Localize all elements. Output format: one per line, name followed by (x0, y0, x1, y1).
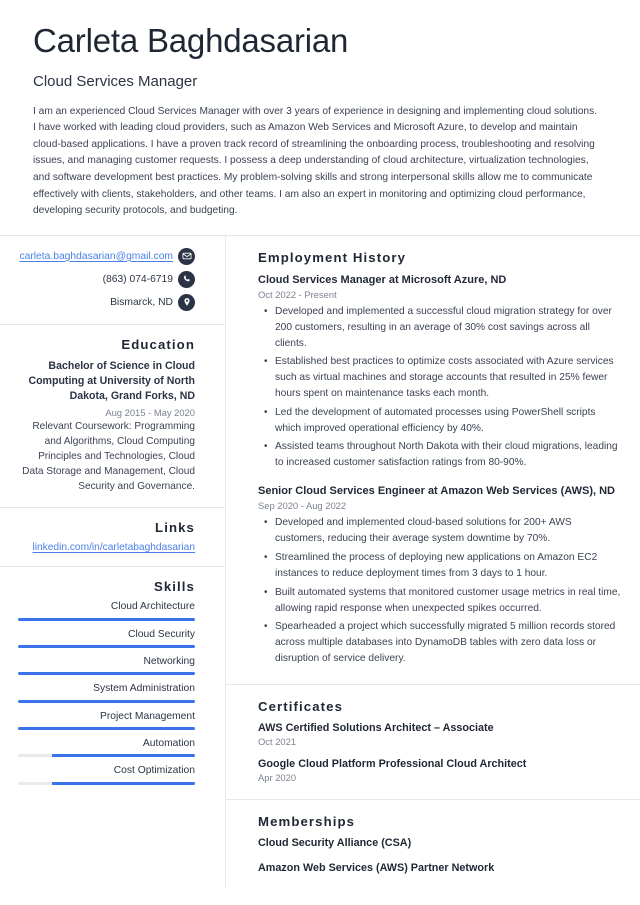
certificate-date: Oct 2021 (258, 735, 297, 747)
education-entry: Bachelor of Science in Cloud Computing a… (18, 359, 195, 495)
skill-level-fill (18, 617, 195, 621)
skill-label: Cost Optimization (113, 765, 195, 777)
professional-summary: I am an experienced Cloud Services Manag… (33, 105, 598, 217)
job-bullet: Built automated systems that monitored c… (264, 585, 622, 617)
links-block: Links linkedin.com/in/carletabaghdasaria… (0, 508, 225, 568)
email-link[interactable]: carleta.baghdasarian@gmail.com (19, 251, 173, 262)
skill-item: Automation (18, 738, 195, 758)
job-title: Senior Cloud Services Engineer at Amazon… (258, 485, 615, 498)
skill-label: Cloud Security (128, 628, 195, 640)
linkedin-link[interactable]: linkedin.com/in/carletabaghdasarian (32, 542, 195, 553)
resume-header: Carleta Baghdasarian Cloud Services Mana… (0, 0, 640, 220)
links-list: linkedin.com/in/carletabaghdasarian (18, 542, 195, 553)
membership-entry: Cloud Security Alliance (CSA) (258, 836, 412, 849)
skill-level-bar (18, 781, 195, 785)
education-description: Relevant Coursework: Programming and Alg… (22, 420, 195, 493)
certificate-entry: Google Cloud Platform Professional Cloud… (258, 758, 622, 783)
membership-entry: Amazon Web Services (AWS) Partner Networ… (258, 861, 495, 874)
job-bullet: Developed and implemented a successful c… (264, 304, 622, 351)
job-date-range: Oct 2022 - Present (258, 288, 337, 300)
page-title: Carleta Baghdasarian (33, 22, 349, 59)
skill-label: Project Management (99, 710, 195, 722)
employment-entry: Cloud Services Manager at Microsoft Azur… (258, 273, 622, 472)
certificates-block: Certificates AWS Certified Solutions Arc… (226, 685, 640, 800)
skill-level-bar (18, 672, 195, 676)
skill-level-bar (18, 727, 195, 731)
skill-item: Cloud Architecture (18, 601, 195, 621)
skill-level-fill (18, 727, 195, 731)
job-bullet: Developed and implemented cloud-based so… (264, 515, 622, 547)
employment-heading: Employment History (258, 249, 407, 265)
job-bullet: Established best practices to optimize c… (264, 354, 622, 401)
job-bullet: Streamlined the process of deploying new… (264, 550, 622, 582)
certificate-title: AWS Certified Solutions Architect – Asso… (258, 721, 494, 734)
employment-block: Employment History Cloud Services Manage… (226, 236, 640, 685)
skill-level-bar (18, 645, 195, 649)
envelope-icon (178, 247, 195, 265)
memberships-heading: Memberships (258, 813, 356, 829)
certificate-date: Apr 2020 (258, 771, 297, 783)
skills-heading: Skills (153, 579, 195, 595)
job-bullet-list: Developed and implemented cloud-based so… (258, 515, 622, 666)
employment-list: Cloud Services Manager at Microsoft Azur… (258, 273, 622, 667)
job-bullet: Spearheaded a project which successfully… (264, 619, 622, 666)
certificate-title: Google Cloud Platform Professional Cloud… (258, 757, 527, 770)
phone-number: (863) 074-6719 (102, 273, 173, 285)
skill-label: System Administration (93, 683, 195, 695)
phone-icon (178, 270, 195, 288)
skill-item: Cost Optimization (18, 765, 195, 785)
job-title: Cloud Services Manager at Microsoft Azur… (258, 273, 507, 286)
skill-level-fill (18, 672, 195, 676)
links-heading: Links (155, 520, 195, 536)
skill-item: Networking (18, 656, 195, 676)
contact-phone-row[interactable]: (863) 074-6719 (18, 270, 195, 288)
job-bullet: Assisted teams throughout North Dakota w… (264, 439, 622, 471)
certificate-entry: AWS Certified Solutions Architect – Asso… (258, 722, 622, 747)
education-heading: Education (121, 336, 195, 352)
education-degree: Bachelor of Science in Cloud Computing a… (28, 359, 195, 403)
memberships-block: Memberships Cloud Security Alliance (CSA… (226, 800, 640, 888)
skill-item: Cloud Security (18, 628, 195, 649)
skill-level-bar (18, 699, 195, 703)
resume-page: Carleta Baghdasarian Cloud Services Mana… (0, 0, 640, 905)
skill-label: Cloud Architecture (110, 601, 195, 613)
skill-level-fill (51, 781, 195, 785)
skills-list: Cloud Architecture Cloud Security Networki… (18, 601, 195, 785)
skill-level-fill (18, 645, 195, 649)
contact-location-row: Bismarck, ND (18, 293, 195, 311)
job-date-range: Sep 2020 - Aug 2022 (258, 500, 347, 512)
education-block: Education Bachelor of Science in Cloud C… (0, 325, 225, 509)
contact-email-row[interactable]: carleta.baghdasarian@gmail.com (18, 247, 195, 265)
education-date: Aug 2015 - May 2020 (105, 406, 195, 418)
resume-body: carleta.baghdasarian@gmail.com (863) 074… (0, 235, 640, 888)
contact-block: carleta.baghdasarian@gmail.com (863) 074… (0, 236, 225, 325)
memberships-list: Cloud Security Alliance (CSA) Amazon Web … (258, 837, 622, 874)
skill-level-bar (18, 617, 195, 621)
skill-label: Automation (142, 738, 195, 750)
job-headline: Cloud Services Manager (33, 72, 198, 90)
skill-label: Networking (143, 656, 195, 668)
sidebar-column: carleta.baghdasarian@gmail.com (863) 074… (0, 235, 226, 888)
skill-level-fill (51, 754, 195, 758)
skill-item: System Administration (18, 683, 195, 703)
skill-level-fill (18, 699, 195, 703)
job-bullet-list: Developed and implemented a successful c… (258, 304, 622, 471)
skill-level-bar (18, 754, 195, 758)
map-pin-icon (178, 293, 195, 311)
job-bullet: Led the development of automated process… (264, 405, 622, 437)
skill-item: Project Management (18, 710, 195, 731)
main-column: Employment History Cloud Services Manage… (226, 236, 640, 888)
skills-block: Skills Cloud Architecture Cloud Security N… (0, 567, 225, 799)
employment-entry: Senior Cloud Services Engineer at Amazon… (258, 484, 622, 667)
location-text: Bismarck, ND (110, 296, 173, 308)
certificates-heading: Certificates (258, 698, 344, 714)
certificates-list: AWS Certified Solutions Architect – Asso… (258, 722, 622, 783)
